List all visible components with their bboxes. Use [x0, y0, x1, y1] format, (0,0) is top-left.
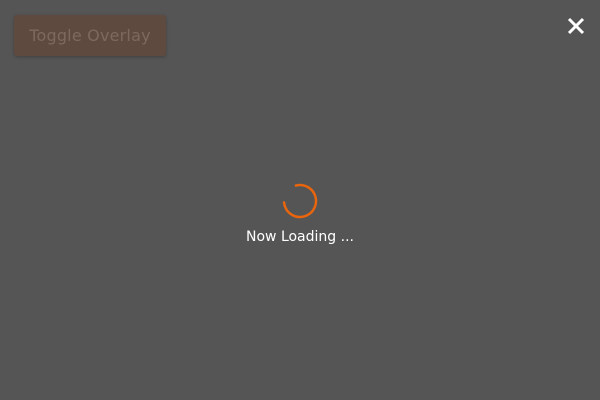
close-button[interactable]	[564, 14, 588, 38]
toggle-overlay-button[interactable]: Toggle Overlay	[14, 15, 166, 56]
loading-text: Now Loading ...	[246, 229, 354, 245]
loading-indicator: Now Loading ...	[0, 182, 600, 246]
spinner-icon	[281, 182, 319, 220]
close-icon[interactable]	[564, 14, 588, 38]
loading-overlay: Toggle Overlay Now Loading ...	[0, 0, 600, 400]
